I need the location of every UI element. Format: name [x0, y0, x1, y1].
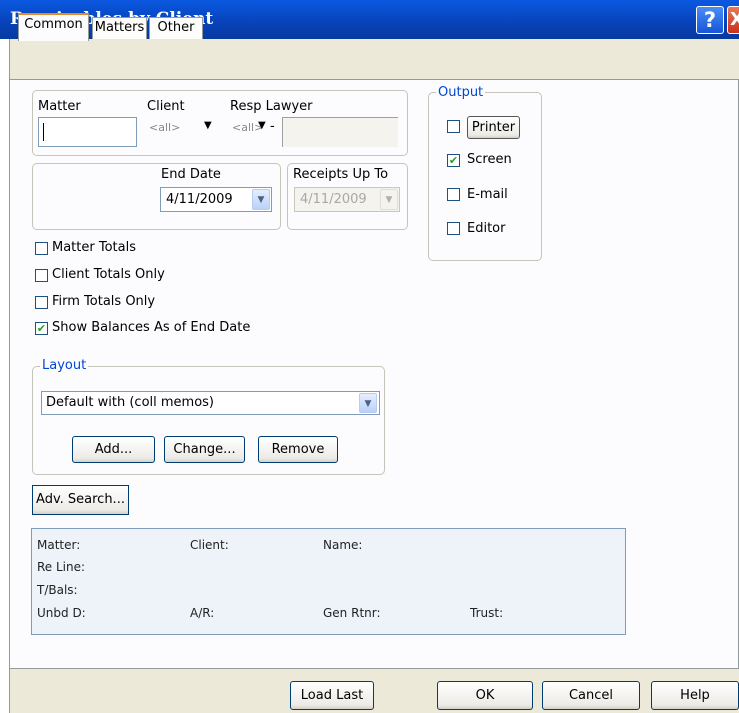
show-balances-label: Show Balances As of End Date	[52, 320, 251, 335]
email-checkbox[interactable]	[447, 188, 460, 201]
layout-change-button[interactable]: Change...	[164, 436, 245, 463]
info-trust-label: Trust:	[470, 606, 504, 620]
info-ar-label: A/R:	[190, 606, 215, 620]
receipts-date-value: 4/11/2009	[300, 192, 367, 207]
info-gen-rtnr-label: Gen Rtnr:	[323, 606, 381, 620]
email-label: E-mail	[467, 187, 508, 202]
editor-checkbox[interactable]	[447, 222, 460, 235]
printer-button[interactable]: Printer	[467, 116, 520, 139]
end-date-label: End Date	[161, 167, 221, 182]
client-combo-value: <all>	[149, 121, 181, 134]
screen-checkbox[interactable]: ✔	[447, 154, 460, 167]
client-totals-label: Client Totals Only	[52, 267, 165, 282]
receipts-date-picker: 4/11/2009 ▼	[294, 187, 400, 212]
matter-totals-label: Matter Totals	[52, 240, 136, 255]
show-balances-checkbox[interactable]: ✔	[35, 322, 48, 335]
matter-totals-checkbox[interactable]	[35, 242, 48, 255]
receipts-label: Receipts Up To	[293, 167, 389, 182]
client-dropdown-icon[interactable]: ▼	[204, 120, 212, 131]
firm-totals-checkbox[interactable]	[35, 296, 48, 309]
printer-checkbox[interactable]	[447, 120, 460, 133]
tab-other[interactable]: Other	[149, 17, 203, 39]
matter-input[interactable]	[38, 117, 137, 147]
resp-lawyer-label: Resp Lawyer	[230, 99, 313, 114]
title-close-button[interactable]: X	[727, 6, 739, 34]
text-caret	[43, 123, 44, 141]
client-label: Client	[147, 99, 185, 114]
layout-dropdown-icon[interactable]: ▼	[359, 393, 377, 413]
client-combo[interactable]: <all> ▼	[147, 117, 217, 137]
layout-legend: Layout	[40, 358, 89, 373]
title-help-button[interactable]: ?	[696, 6, 724, 34]
load-last-button[interactable]: Load Last	[290, 681, 374, 710]
matter-label: Matter	[38, 99, 81, 114]
resp-lawyer-name-field	[282, 117, 398, 147]
output-legend: Output	[436, 85, 486, 100]
cancel-button[interactable]: Cancel	[542, 681, 640, 710]
adv-search-button[interactable]: Adv. Search...	[32, 485, 129, 515]
end-date-picker[interactable]: 4/11/2009 ▼	[160, 187, 272, 212]
layout-remove-button[interactable]: Remove	[258, 436, 338, 463]
ok-button[interactable]: OK	[437, 681, 533, 710]
layout-select-value: Default with (coll memos)	[46, 395, 214, 410]
tab-common[interactable]: Common	[18, 13, 89, 41]
resp-lawyer-combo[interactable]: <all> ▼ -	[230, 117, 278, 137]
firm-totals-label: Firm Totals Only	[52, 294, 156, 309]
resp-lawyer-dropdown-icon[interactable]: ▼	[258, 120, 266, 131]
receipts-dropdown-icon: ▼	[380, 189, 398, 210]
info-unbd-label: Unbd D:	[37, 606, 86, 620]
end-date-value: 4/11/2009	[166, 192, 233, 207]
info-re-line-label: Re Line:	[37, 560, 86, 574]
resp-lawyer-separator: -	[270, 119, 275, 134]
info-t-bals-label: T/Bals:	[37, 583, 78, 597]
layout-select[interactable]: Default with (coll memos) ▼	[41, 391, 380, 415]
info-client-label: Client:	[190, 538, 229, 552]
info-matter-label: Matter:	[37, 538, 81, 552]
editor-label: Editor	[467, 221, 506, 236]
client-totals-checkbox[interactable]	[35, 269, 48, 282]
screen-label: Screen	[467, 152, 512, 167]
end-date-dropdown-icon[interactable]: ▼	[252, 189, 270, 210]
layout-add-button[interactable]: Add...	[72, 436, 155, 463]
info-name-label: Name:	[323, 538, 363, 552]
help-button[interactable]: Help	[651, 681, 739, 710]
tab-matters[interactable]: Matters	[92, 17, 147, 39]
